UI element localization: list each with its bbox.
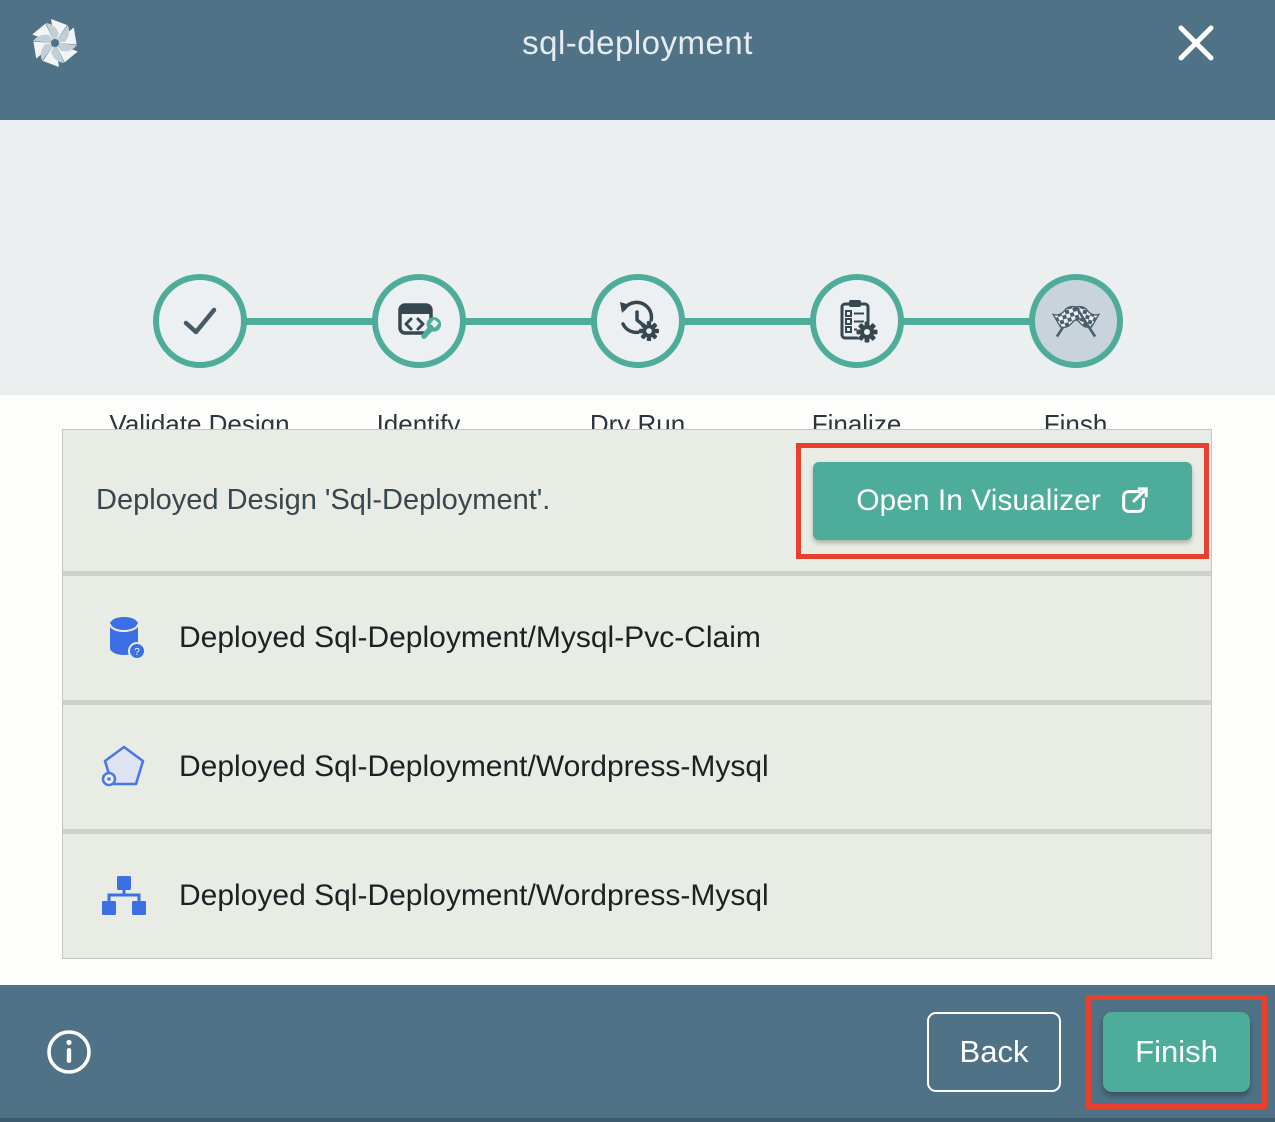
pentagon-icon [101, 744, 147, 790]
step-circle [810, 274, 904, 368]
wizard-stepper: Validate Design [0, 120, 1275, 395]
design-result-text: Deployed Design 'Sql-Deployment'. [96, 484, 796, 517]
svg-text:?: ? [134, 647, 140, 658]
step-circle [1029, 274, 1123, 368]
deployment-results-list: Deployed Design 'Sql-Deployment'. Open I… [62, 429, 1212, 959]
step-circle [591, 274, 685, 368]
dry-run-icon [616, 299, 660, 343]
result-row-text: Deployed Sql-Deployment/Wordpress-Mysql [179, 879, 769, 913]
result-row-pvc-claim: ? Deployed Sql-Deployment/Mysql-Pvc-Clai… [63, 576, 1211, 700]
clipboard-gear-icon [835, 299, 879, 343]
finish-annotation-box: Finish [1086, 995, 1267, 1109]
external-link-icon [1119, 486, 1149, 516]
visualizer-annotation-box: Open In Visualizer [796, 443, 1209, 559]
dialog-footer: Back Finish [0, 985, 1275, 1122]
step-circle [372, 274, 466, 368]
back-button[interactable]: Back [927, 1012, 1061, 1092]
result-row-wordpress-mysql-2: Deployed Sql-Deployment/Wordpress-Mysql [63, 834, 1211, 958]
open-in-visualizer-button[interactable]: Open In Visualizer [813, 462, 1192, 540]
dialog-header: sql-deployment [0, 0, 1275, 120]
result-row-text: Deployed Sql-Deployment/Wordpress-Mysql [179, 750, 769, 784]
hierarchy-icon [101, 873, 147, 919]
result-row-wordpress-mysql-1: Deployed Sql-Deployment/Wordpress-Mysql [63, 705, 1211, 829]
code-wrench-icon [397, 299, 441, 343]
info-icon[interactable] [45, 1028, 93, 1076]
design-result-row: Deployed Design 'Sql-Deployment'. Open I… [63, 430, 1211, 571]
finish-flags-icon [1052, 297, 1100, 345]
dialog-title: sql-deployment [0, 24, 1275, 62]
check-icon [177, 298, 223, 344]
result-row-text: Deployed Sql-Deployment/Mysql-Pvc-Claim [179, 621, 761, 655]
database-icon: ? [101, 615, 147, 661]
visualizer-button-label: Open In Visualizer [856, 484, 1101, 518]
finish-button[interactable]: Finish [1103, 1012, 1250, 1092]
close-icon[interactable] [1175, 22, 1217, 64]
step-circle [153, 274, 247, 368]
